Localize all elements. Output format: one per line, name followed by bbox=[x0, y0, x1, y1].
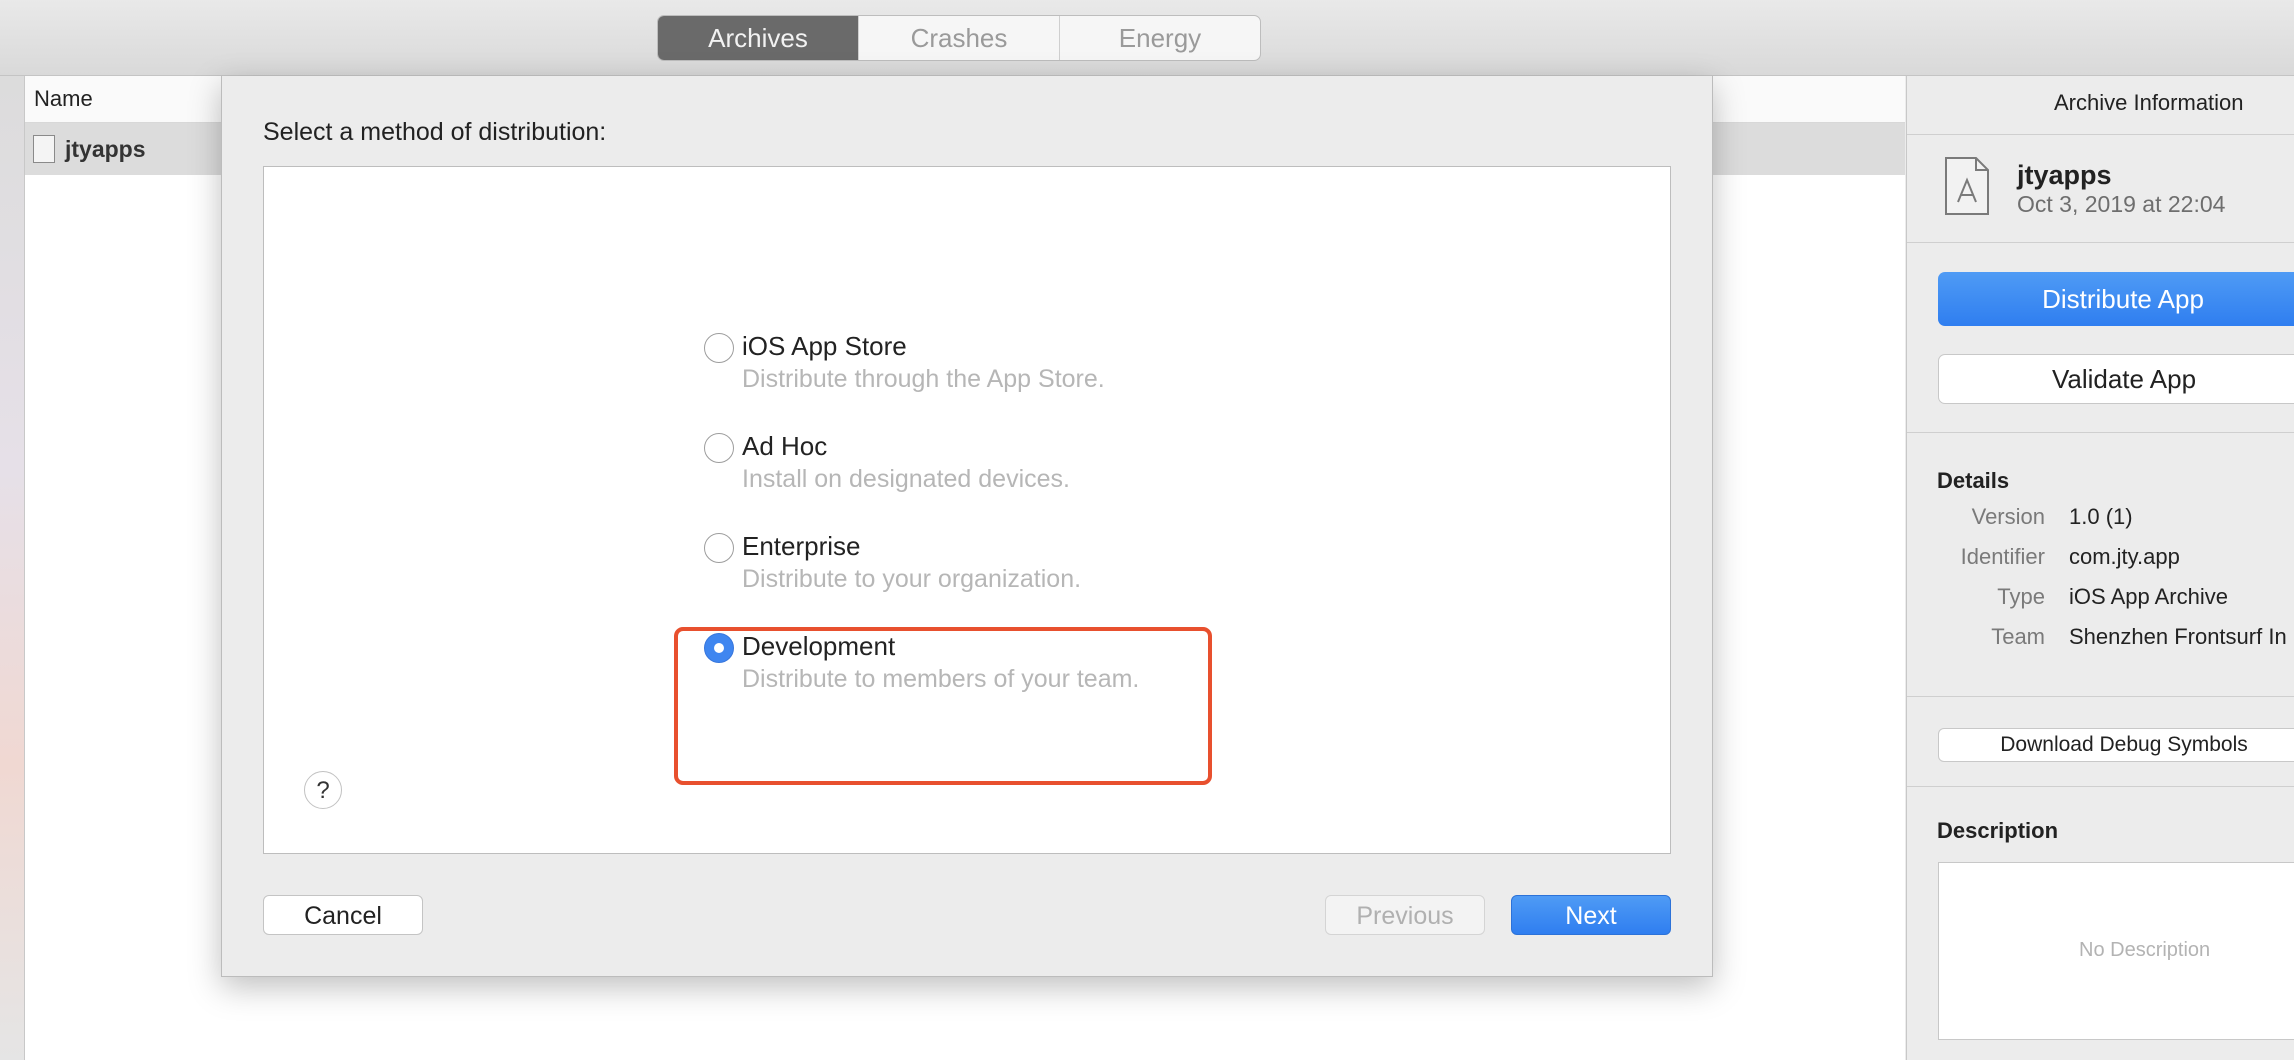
divider bbox=[1907, 696, 2294, 697]
detail-value: Shenzhen Frontsurf In bbox=[2069, 624, 2287, 649]
option-description: Install on designated devices. bbox=[742, 465, 1070, 493]
validate-app-button[interactable]: Validate App bbox=[1938, 354, 2294, 404]
column-header-name[interactable]: Name bbox=[34, 86, 93, 112]
tab-energy[interactable]: Energy bbox=[1059, 16, 1260, 60]
option-description: Distribute to your organization. bbox=[742, 565, 1082, 593]
option-enterprise[interactable]: Enterprise Distribute to your organizati… bbox=[704, 531, 1304, 603]
tab-crashes[interactable]: Crashes bbox=[858, 16, 1059, 60]
toolbar: Archives Crashes Energy bbox=[0, 0, 2294, 76]
sheet-title: Select a method of distribution: bbox=[263, 118, 607, 146]
tab-archives[interactable]: Archives bbox=[658, 16, 858, 60]
detail-team: Team Shenzhen Frontsurf In bbox=[1907, 624, 2294, 654]
archive-information-panel: Archive Information jtyapps Oct 3, 2019 … bbox=[1906, 76, 2294, 1060]
radio-button[interactable] bbox=[704, 333, 734, 363]
description-placeholder: No Description bbox=[2079, 939, 2211, 961]
details-heading: Details bbox=[1937, 468, 2010, 493]
option-label: Enterprise bbox=[742, 531, 861, 561]
archive-document-icon bbox=[33, 135, 55, 163]
radio-button[interactable] bbox=[704, 533, 734, 563]
radio-button[interactable] bbox=[704, 433, 734, 463]
detail-key: Type bbox=[1997, 584, 2045, 609]
detail-type: Type iOS App Archive bbox=[1907, 584, 2294, 614]
highlight-annotation-box bbox=[674, 627, 1212, 785]
detail-value: 1.0 (1) bbox=[2069, 504, 2133, 529]
cancel-button[interactable]: Cancel bbox=[263, 895, 423, 935]
option-description: Distribute through the App Store. bbox=[742, 365, 1105, 393]
detail-value: com.jty.app bbox=[2069, 544, 2180, 569]
option-ad-hoc[interactable]: Ad Hoc Install on designated devices. bbox=[704, 431, 1304, 503]
left-sidebar-edge bbox=[0, 76, 25, 1060]
organizer-tab-control: Archives Crashes Energy bbox=[657, 15, 1261, 61]
detail-version: Version 1.0 (1) bbox=[1907, 504, 2294, 534]
detail-key: Team bbox=[1991, 624, 2045, 649]
previous-button[interactable]: Previous bbox=[1325, 895, 1485, 935]
detail-key: Version bbox=[1971, 504, 2045, 529]
description-heading: Description bbox=[1937, 818, 2059, 843]
next-button[interactable]: Next bbox=[1511, 895, 1671, 935]
divider bbox=[1907, 432, 2294, 433]
option-label: iOS App Store bbox=[742, 331, 907, 361]
detail-key: Identifier bbox=[1960, 544, 2045, 569]
distribution-sheet: Select a method of distribution: iOS App… bbox=[221, 76, 1713, 977]
download-debug-symbols-button[interactable]: Download Debug Symbols bbox=[1938, 728, 2294, 762]
archive-title: jtyapps bbox=[2017, 160, 2112, 190]
detail-identifier: Identifier com.jty.app bbox=[1907, 544, 2294, 574]
help-button[interactable]: ? bbox=[304, 771, 342, 809]
distribute-app-button[interactable]: Distribute App bbox=[1938, 272, 2294, 326]
option-label: Ad Hoc bbox=[742, 431, 828, 461]
archive-icon bbox=[1945, 157, 1989, 215]
detail-value: iOS App Archive bbox=[2069, 584, 2228, 609]
description-field[interactable]: No Description bbox=[1938, 862, 2294, 1040]
distribution-options-panel: iOS App Store Distribute through the App… bbox=[263, 166, 1671, 854]
divider bbox=[1907, 786, 2294, 787]
archive-date: Oct 3, 2019 at 22:04 bbox=[2017, 191, 2226, 217]
divider bbox=[1907, 134, 2294, 135]
option-ios-app-store[interactable]: iOS App Store Distribute through the App… bbox=[704, 331, 1304, 403]
archive-name: jtyapps bbox=[65, 136, 146, 162]
divider bbox=[1907, 242, 2294, 243]
inspector-title: Archive Information bbox=[2054, 90, 2244, 115]
